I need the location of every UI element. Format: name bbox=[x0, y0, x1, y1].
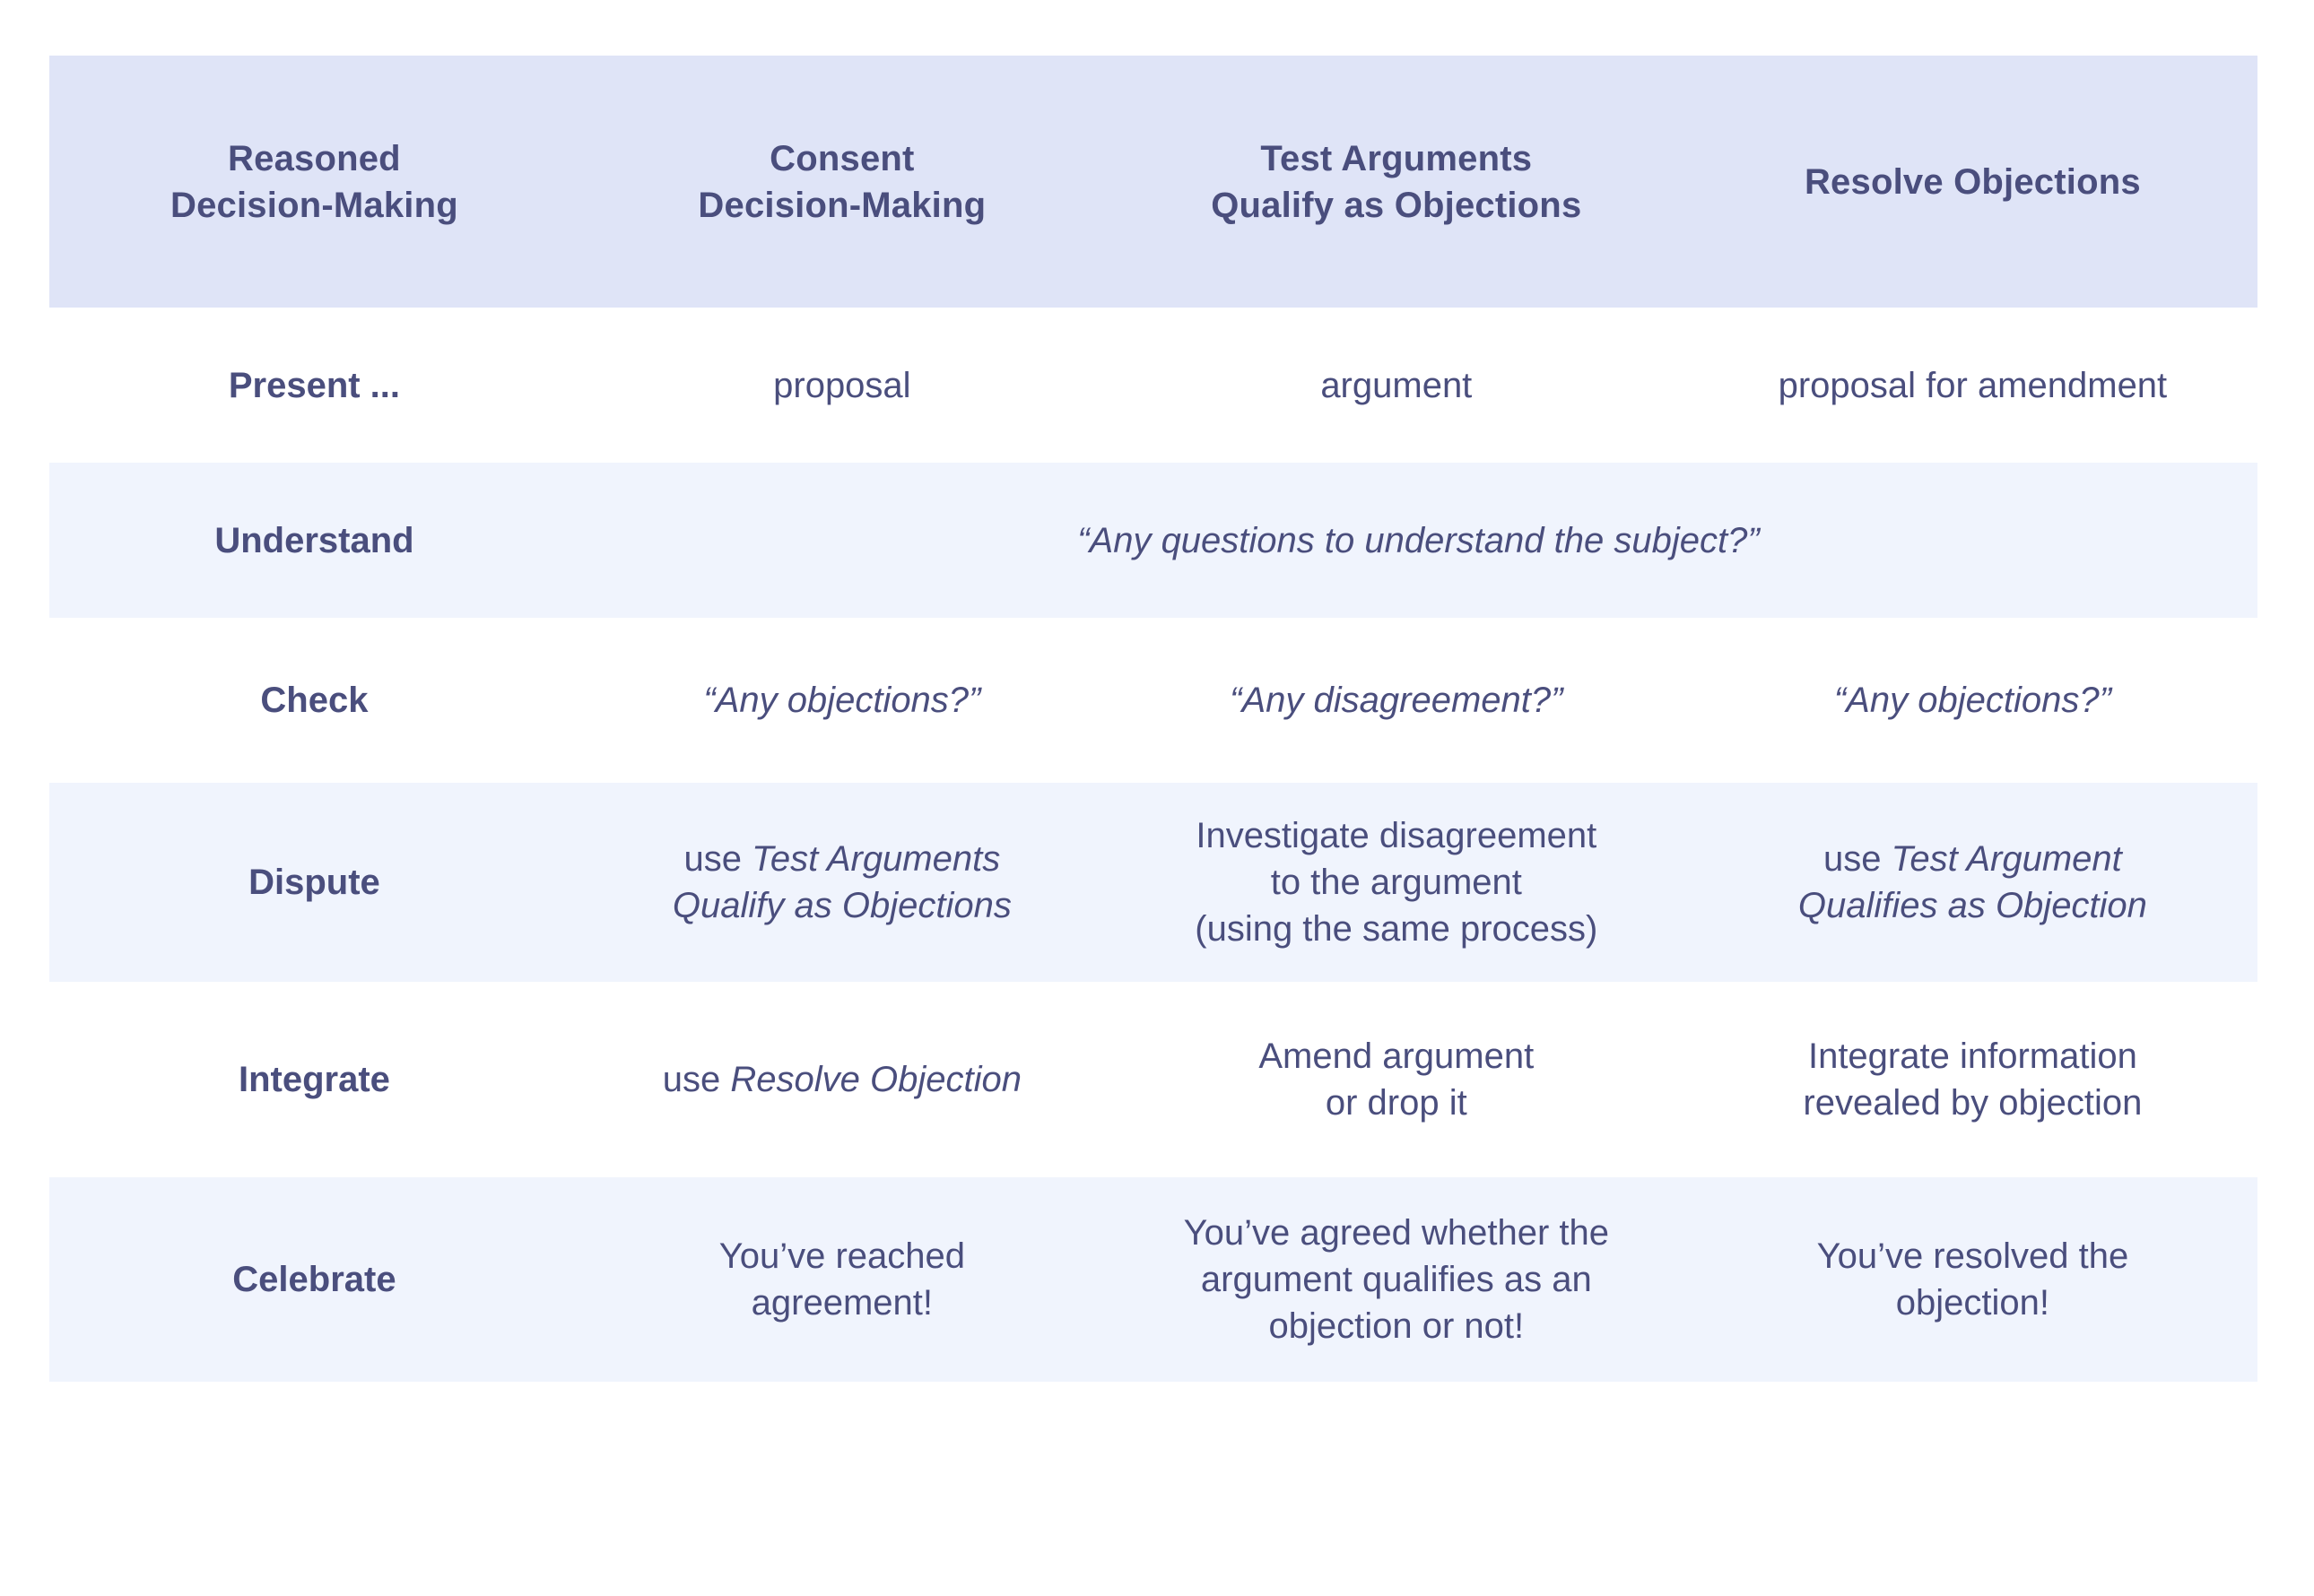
table-row: Present ... proposal argument proposal f… bbox=[49, 308, 2257, 463]
column-header-line: Resolve Objections bbox=[1804, 161, 2141, 202]
stage-label-check: Check bbox=[260, 681, 369, 720]
cell-line: proposal for amendment bbox=[1778, 365, 2168, 405]
table-row: Dispute use Test Arguments Qualify as Ob… bbox=[49, 783, 2257, 982]
stage-label-celebrate: Celebrate bbox=[232, 1260, 396, 1299]
page-root: Reasoned Decision-Making Consent Decisio… bbox=[0, 0, 2314, 1596]
cell-line: Qualify as Objections bbox=[588, 882, 1096, 929]
cell-line: Qualifies as Objection bbox=[1697, 882, 2249, 929]
cell-present-consent: proposal bbox=[579, 308, 1105, 463]
column-header-line: Reasoned bbox=[228, 138, 401, 178]
column-header-consent-decision-making: Consent Decision-Making bbox=[579, 56, 1105, 308]
table-row: Integrate use Resolve Objection Amend ar… bbox=[49, 982, 2257, 1177]
table-container: Reasoned Decision-Making Consent Decisio… bbox=[49, 56, 2257, 1382]
stage-label-integrate: Integrate bbox=[238, 1060, 390, 1099]
cell-present-test: argument bbox=[1105, 308, 1688, 463]
cell-line: objection or not! bbox=[1268, 1306, 1525, 1346]
cell-understand-merged: “Any questions to understand the subject… bbox=[579, 463, 2257, 618]
cell-text-plain: use bbox=[1823, 839, 1892, 879]
cell-line: You’ve reached bbox=[718, 1236, 965, 1276]
cell-celebrate-resolve: You’ve resolved the objection! bbox=[1688, 1177, 2257, 1382]
cell-check-consent: “Any objections?” bbox=[579, 618, 1105, 783]
cell-text-plain: use bbox=[662, 1060, 731, 1099]
cell-line: Integrate information bbox=[1807, 1037, 2137, 1076]
table-row: Understand “Any questions to understand … bbox=[49, 463, 2257, 618]
cell-line: argument bbox=[1320, 365, 1473, 405]
cell-line: (using the same process) bbox=[1195, 909, 1598, 949]
column-header-line: Consent bbox=[770, 138, 915, 178]
decision-making-matrix-table: Reasoned Decision-Making Consent Decisio… bbox=[49, 56, 2257, 1382]
cell-text-emphasis: Qualifies as Objection bbox=[1797, 886, 2147, 925]
cell-line: You’ve resolved the bbox=[1816, 1236, 2129, 1276]
cell-line: “Any questions to understand the subject… bbox=[1077, 520, 1760, 560]
stage-label-present: Present ... bbox=[228, 365, 401, 405]
column-header-test-arguments-qualify-as-objections: Test Arguments Qualify as Objections bbox=[1105, 56, 1688, 308]
cell-line: Amend argument bbox=[1258, 1037, 1535, 1076]
cell-present-resolve: proposal for amendment bbox=[1688, 308, 2257, 463]
cell-check-resolve: “Any objections?” bbox=[1688, 618, 2257, 783]
header-row: Reasoned Decision-Making Consent Decisio… bbox=[49, 56, 2257, 308]
column-header-line: Decision-Making bbox=[698, 185, 987, 225]
stage-label-understand: Understand bbox=[214, 520, 414, 560]
column-header-line: Test Arguments bbox=[1260, 138, 1533, 178]
cell-line: revealed by objection bbox=[1803, 1083, 2143, 1123]
column-header-resolve-objections: Resolve Objections bbox=[1688, 56, 2257, 308]
cell-dispute-consent: use Test Arguments Qualify as Objections bbox=[579, 783, 1105, 982]
table-body: Present ... proposal argument proposal f… bbox=[49, 308, 2257, 1382]
cell-line: You’ve agreed whether the bbox=[1183, 1213, 1610, 1253]
cell-line: or drop it bbox=[1325, 1083, 1467, 1123]
cell-text-emphasis: Qualify as Objections bbox=[672, 886, 1012, 925]
cell-celebrate-consent: You’ve reached agreement! bbox=[579, 1177, 1105, 1382]
cell-line: objection! bbox=[1895, 1283, 2049, 1323]
cell-line: agreement! bbox=[751, 1283, 934, 1323]
cell-celebrate-test: You’ve agreed whether the argument quali… bbox=[1105, 1177, 1688, 1382]
table-header: Reasoned Decision-Making Consent Decisio… bbox=[49, 56, 2257, 308]
cell-line: use Resolve Objection bbox=[588, 1056, 1096, 1103]
table-row: Celebrate You’ve reached agreement! You’… bbox=[49, 1177, 2257, 1382]
cell-text-emphasis: Test Argument bbox=[1891, 839, 2122, 879]
cell-line: argument qualifies as an bbox=[1200, 1260, 1592, 1299]
stage-label-dispute: Dispute bbox=[248, 863, 380, 902]
cell-check-test: “Any disagreement?” bbox=[1105, 618, 1688, 783]
column-header-line: Qualify as Objections bbox=[1211, 185, 1582, 225]
cell-integrate-consent: use Resolve Objection bbox=[579, 982, 1105, 1177]
cell-text-plain: use bbox=[683, 839, 752, 879]
cell-line: use Test Arguments bbox=[588, 836, 1096, 882]
cell-line: “Any objections?” bbox=[703, 681, 981, 720]
cell-line: Investigate disagreement bbox=[1196, 816, 1597, 855]
cell-line: to the argument bbox=[1270, 863, 1522, 902]
cell-integrate-test: Amend argument or drop it bbox=[1105, 982, 1688, 1177]
cell-text-emphasis: Resolve Objection bbox=[730, 1060, 1022, 1099]
cell-text-emphasis: Test Arguments bbox=[752, 839, 1001, 879]
cell-line: use Test Argument bbox=[1697, 836, 2249, 882]
column-header-reasoned-decision-making: Reasoned Decision-Making bbox=[49, 56, 579, 308]
cell-line: “Any disagreement?” bbox=[1230, 681, 1563, 720]
cell-dispute-test: Investigate disagreement to the argument… bbox=[1105, 783, 1688, 982]
column-header-line: Decision-Making bbox=[170, 185, 458, 225]
table-row: Check “Any objections?” “Any disagreemen… bbox=[49, 618, 2257, 783]
cell-dispute-resolve: use Test Argument Qualifies as Objection bbox=[1688, 783, 2257, 982]
cell-integrate-resolve: Integrate information revealed by object… bbox=[1688, 982, 2257, 1177]
cell-line: proposal bbox=[773, 365, 911, 405]
cell-line: “Any objections?” bbox=[1833, 681, 2111, 720]
